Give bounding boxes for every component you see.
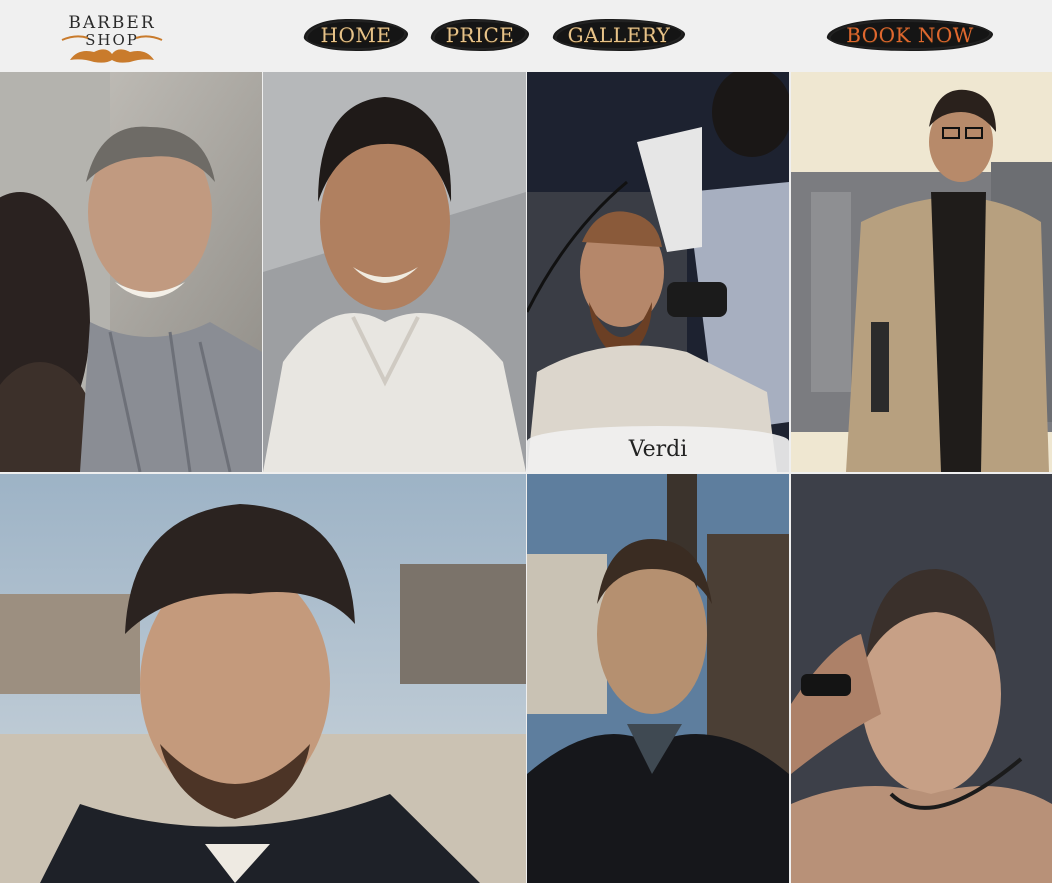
gallery-photo-1[interactable] <box>0 72 262 472</box>
logo-line2: SHOP <box>85 31 139 49</box>
barber-shop-logo[interactable]: BARBER SHOP <box>58 8 166 66</box>
gallery-photo-3[interactable] <box>527 72 789 472</box>
nav-home-button[interactable]: HOME <box>304 20 408 50</box>
gallery-photo-5[interactable] <box>0 474 526 883</box>
gallery-photo-6[interactable] <box>527 474 789 883</box>
nav-gallery-button[interactable]: GALLERY <box>553 20 685 50</box>
nav-gallery-label: GALLERY <box>567 23 671 47</box>
site-header: BARBER SHOP HOME PRICE GALLERY BOOK NOW <box>0 0 1052 72</box>
gallery-photo-4[interactable] <box>791 72 1052 472</box>
nav-price-button[interactable]: PRICE <box>431 20 529 50</box>
logo-graphic: BARBER SHOP <box>61 13 163 63</box>
logo-line1: BARBER <box>68 13 155 33</box>
mustache-icon <box>70 49 154 63</box>
book-now-button[interactable]: BOOK NOW <box>827 20 993 50</box>
book-now-label: BOOK NOW <box>846 23 974 47</box>
nav-home-label: HOME <box>320 23 392 47</box>
gallery-photo-7[interactable] <box>791 474 1052 883</box>
photo-caption: Verdi <box>527 426 789 472</box>
gallery-grid: Verdi <box>0 72 1052 883</box>
gallery-photo-2[interactable] <box>263 72 526 472</box>
nav-price-label: PRICE <box>445 23 515 47</box>
